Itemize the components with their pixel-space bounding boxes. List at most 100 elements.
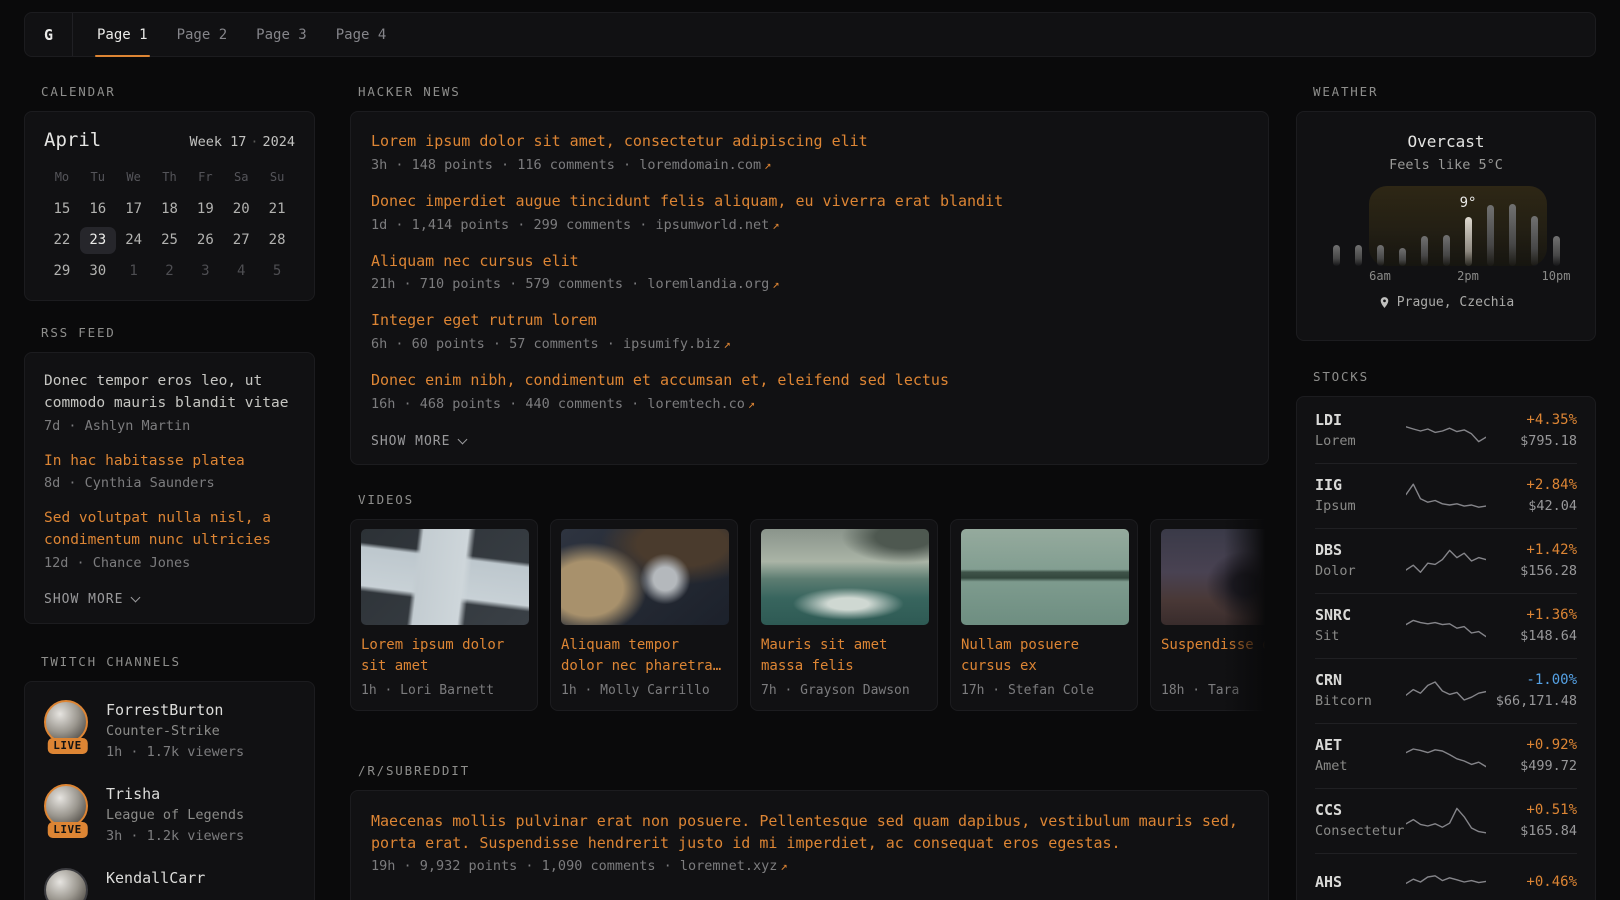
twitch-channel-name[interactable]: ForrestBurton xyxy=(106,700,244,721)
weather-hour-bar xyxy=(1531,216,1538,266)
weather-hour-bar xyxy=(1399,248,1406,266)
chevron-down-icon xyxy=(458,434,468,444)
twitch-channel-info: KendallCarr xyxy=(106,868,205,900)
stock-row[interactable]: CRNBitcorn-1.00%$66,171.48 xyxy=(1315,658,1577,723)
stock-id: AHS xyxy=(1315,872,1406,893)
post-domain-link[interactable]: loremtech.co xyxy=(647,396,745,412)
stock-row[interactable]: DBSDolor+1.42%$156.28 xyxy=(1315,528,1577,593)
subreddit-list: Maecenas mollis pulvinar erat non posuer… xyxy=(371,811,1248,875)
stock-change: +0.46% xyxy=(1486,872,1577,893)
stock-price: $156.28 xyxy=(1486,561,1577,582)
stock-symbol: AHS xyxy=(1315,872,1406,893)
rss-show-more-button[interactable]: SHOW MORE xyxy=(44,592,139,607)
stock-name: Consectetur xyxy=(1315,821,1406,842)
post-title-link[interactable]: Integer eget rutrum lorem xyxy=(371,310,1248,332)
calendar-day-cell: 21 xyxy=(259,196,295,223)
calendar-day-cell: 24 xyxy=(116,227,152,254)
video-title[interactable]: Nullam posuere cursus ex xyxy=(961,635,1127,677)
twitch-avatar xyxy=(44,868,91,900)
video-card[interactable]: Nullam posuere cursus ex17h · Stefan Col… xyxy=(950,519,1138,711)
twitch-channel-row[interactable]: LIVETrishaLeague of Legends3h · 1.2k vie… xyxy=(44,784,295,847)
post-domain-link[interactable]: loremdomain.com xyxy=(639,157,761,173)
right-column: WEATHER Overcast Feels like 5°C 9° 6am2p… xyxy=(1296,84,1596,900)
video-thumbnail[interactable] xyxy=(561,529,729,625)
post-title-link[interactable]: Aliquam nec cursus elit xyxy=(371,251,1248,273)
calendar-day-cell: 25 xyxy=(152,227,188,254)
post-item: Donec imperdiet augue tincidunt felis al… xyxy=(371,191,1248,233)
nav-tab[interactable]: Page 2 xyxy=(177,13,228,56)
calendar-day-cell: 19 xyxy=(187,196,223,223)
stock-values: +0.46% xyxy=(1486,872,1577,893)
video-thumbnail[interactable] xyxy=(961,529,1129,625)
video-card[interactable]: Suspendisse diam18h · Tara xyxy=(1150,519,1269,711)
post-title-link[interactable]: Donec enim nibh, condimentum et accumsan… xyxy=(371,370,1248,392)
external-link-icon: ↗ xyxy=(764,158,771,172)
twitch-widget: LIVEForrestBurtonCounter-Strike1h · 1.7k… xyxy=(24,681,315,900)
calendar-day-cell: 27 xyxy=(223,227,259,254)
post-item: Lorem ipsum dolor sit amet, consectetur … xyxy=(371,131,1248,173)
videos-section: VIDEOS Lorem ipsum dolor sit amet consec… xyxy=(350,492,1269,725)
nav-tab[interactable]: Page 4 xyxy=(336,13,387,56)
post-title-link[interactable]: Lorem ipsum dolor sit amet, consectetur … xyxy=(371,131,1248,153)
nav-tab[interactable]: Page 3 xyxy=(256,13,307,56)
nav-tab[interactable]: Page 1 xyxy=(97,13,148,56)
stock-row[interactable]: SNRCSit+1.36%$148.64 xyxy=(1315,593,1577,658)
post-domain-link[interactable]: loremnet.xyz xyxy=(680,858,778,874)
video-title[interactable]: Mauris sit amet massa felis xyxy=(761,635,927,677)
post-title-link[interactable]: Maecenas mollis pulvinar erat non posuer… xyxy=(371,811,1248,855)
stock-symbol: IIG xyxy=(1315,475,1406,496)
post-domain-link[interactable]: loremlandia.org xyxy=(647,276,769,292)
calendar-day-cell: 5 xyxy=(259,258,295,285)
video-title[interactable]: Aliquam tempor dolor nec pharetra… xyxy=(561,635,727,677)
weather-hour-bar xyxy=(1553,236,1560,266)
stock-sparkline xyxy=(1406,609,1486,643)
subreddit-section: /R/SUBREDDIT Maecenas mollis pulvinar er… xyxy=(350,763,1269,900)
twitch-channel-row[interactable]: LIVEForrestBurtonCounter-Strike1h · 1.7k… xyxy=(44,700,295,763)
twitch-channel-name[interactable]: KendallCarr xyxy=(106,868,205,889)
calendar-weekday-label: We xyxy=(116,170,152,184)
video-card[interactable]: Aliquam tempor dolor nec pharetra…1h · M… xyxy=(550,519,738,711)
stock-row[interactable]: IIGIpsum+2.84%$42.04 xyxy=(1315,463,1577,528)
stock-sparkline xyxy=(1406,739,1486,773)
post-domain-link[interactable]: ipsumworld.net xyxy=(655,217,769,233)
video-title[interactable]: Lorem ipsum dolor sit amet consectetu… xyxy=(361,635,527,677)
weather-hour-bar xyxy=(1487,205,1494,266)
post-domain-link[interactable]: ipsumify.biz xyxy=(623,336,721,352)
videos-carousel: Lorem ipsum dolor sit amet consectetu…1h… xyxy=(350,519,1269,725)
calendar-section: CALENDAR April Week 17·2024 MoTuWeThFrSa… xyxy=(24,84,315,301)
calendar-week-year: Week 17·2024 xyxy=(189,134,295,150)
calendar-weekday-row: MoTuWeThFrSaSu xyxy=(44,170,295,184)
video-card[interactable]: Mauris sit amet massa felis7h · Grayson … xyxy=(750,519,938,711)
stock-symbol: AET xyxy=(1315,735,1406,756)
video-thumbnail[interactable] xyxy=(361,529,529,625)
rss-item-title[interactable]: Sed volutpat nulla nisl, a condimentum n… xyxy=(44,508,295,552)
stock-row[interactable]: AHS +0.46% xyxy=(1315,853,1577,900)
calendar-day-cell: 1 xyxy=(116,258,152,285)
rss-item-meta: 8d · Cynthia Saunders xyxy=(44,475,295,491)
stock-row[interactable]: CCSConsectetur+0.51%$165.84 xyxy=(1315,788,1577,853)
rss-item-title[interactable]: In hac habitasse platea xyxy=(44,451,295,473)
video-thumbnail[interactable] xyxy=(761,529,929,625)
post-title-link[interactable]: Donec imperdiet augue tincidunt felis al… xyxy=(371,191,1248,213)
rss-item-title[interactable]: Donec tempor eros leo, ut commodo mauris… xyxy=(44,371,295,415)
app-logo[interactable]: G xyxy=(25,13,73,56)
video-thumbnail[interactable] xyxy=(1161,529,1269,625)
subreddit-widget: Maecenas mollis pulvinar erat non posuer… xyxy=(350,790,1269,900)
stock-row[interactable]: AETAmet+0.92%$499.72 xyxy=(1315,723,1577,788)
videos-track: Lorem ipsum dolor sit amet consectetu…1h… xyxy=(350,519,1269,711)
post-meta: 3h · 148 points · 116 comments · loremdo… xyxy=(371,157,1248,173)
stock-chart-cell xyxy=(1406,865,1486,899)
video-card[interactable]: Lorem ipsum dolor sit amet consectetu…1h… xyxy=(350,519,538,711)
stock-id: LDILorem xyxy=(1315,410,1406,452)
stock-sparkline xyxy=(1406,865,1486,899)
weather-time-label: 6am xyxy=(1369,269,1391,283)
weather-section: WEATHER Overcast Feels like 5°C 9° 6am2p… xyxy=(1296,84,1596,341)
main-column: HACKER NEWS Lorem ipsum dolor sit amet, … xyxy=(350,84,1269,900)
twitch-channel-name[interactable]: Trisha xyxy=(106,784,244,805)
hackernews-show-more-button[interactable]: SHOW MORE xyxy=(371,434,466,449)
video-title[interactable]: Suspendisse diam xyxy=(1161,635,1269,677)
stock-row[interactable]: LDILorem+4.35%$795.18 xyxy=(1315,399,1577,463)
calendar-day-cell: 29 xyxy=(44,258,80,285)
stock-values: +2.84%$42.04 xyxy=(1486,475,1577,517)
twitch-channel-row[interactable]: KendallCarr xyxy=(44,868,295,900)
